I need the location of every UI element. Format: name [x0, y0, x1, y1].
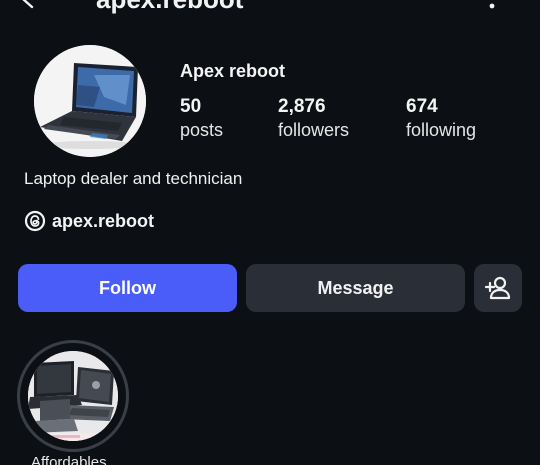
top-bar: apex.reboot: [0, 0, 540, 15]
avatar[interactable]: [34, 45, 146, 157]
threads-icon: [24, 210, 46, 232]
followers-count: 2,876: [278, 96, 326, 117]
laptop-photo: [34, 45, 146, 157]
following-label: following: [406, 120, 477, 140]
highlight-cover: [28, 351, 118, 441]
profile-screen: apex.reboot Apex reboot 50 posts 2,876 f…: [0, 0, 540, 465]
arrow-left-icon[interactable]: [18, 0, 40, 10]
followers-stat[interactable]: 2,876 followers: [278, 96, 349, 142]
follow-button[interactable]: Follow: [18, 264, 237, 312]
more-vertical-icon[interactable]: [486, 0, 498, 10]
highlight-label: Affordables: [31, 454, 107, 465]
posts-label: posts: [180, 120, 224, 140]
bio-text: Laptop dealer and technician: [24, 169, 243, 188]
threads-handle: apex.reboot: [52, 210, 155, 231]
profile-handle-title: apex.reboot: [96, 0, 243, 15]
add-user-button[interactable]: [474, 264, 522, 312]
threads-link[interactable]: apex.reboot: [24, 208, 154, 234]
story-highlight[interactable]: [17, 340, 129, 452]
posts-stat[interactable]: 50 posts: [180, 96, 223, 142]
display-name: Apex reboot: [180, 61, 286, 81]
followers-label: followers: [278, 120, 350, 140]
person-add-icon: [484, 276, 511, 300]
laptops-photo: [28, 351, 118, 441]
following-stat[interactable]: 674 following: [406, 96, 476, 142]
message-button[interactable]: Message: [246, 264, 465, 312]
following-count: 674: [406, 96, 438, 117]
posts-count: 50: [180, 96, 202, 117]
